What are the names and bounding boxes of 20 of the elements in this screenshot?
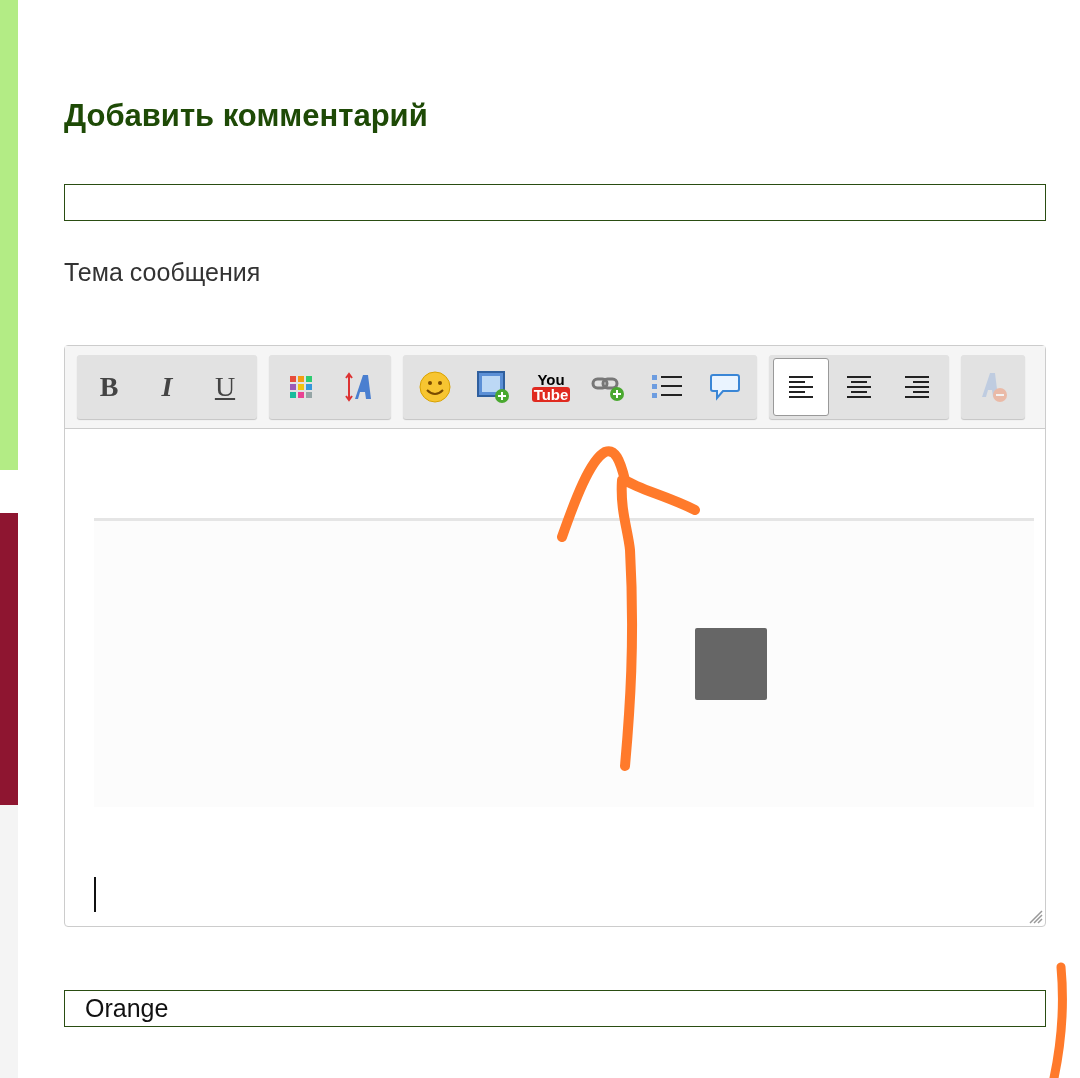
align-center-icon — [845, 374, 873, 400]
smiley-icon — [418, 370, 452, 404]
image-add-icon — [476, 370, 510, 404]
align-left-button[interactable] — [773, 358, 829, 416]
bold-button[interactable]: B — [81, 358, 137, 416]
align-left-icon — [787, 374, 815, 400]
field-label: Тема сообщения — [64, 257, 262, 287]
align-right-icon — [903, 374, 931, 400]
input-field[interactable] — [64, 184, 1046, 221]
color-grid-icon — [288, 374, 314, 400]
underline-button[interactable]: U — [197, 358, 253, 416]
input-field[interactable]: Orange — [64, 990, 1046, 1027]
media-block — [695, 628, 767, 700]
font-size-icon — [344, 372, 374, 402]
italic-button[interactable]: I — [139, 358, 195, 416]
speech-bubble-icon — [709, 372, 741, 402]
text-cursor — [94, 877, 96, 912]
section-heading: Добавить комментарий — [64, 97, 429, 135]
video-button[interactable]: You Tube — [523, 358, 579, 416]
resize-handle-icon[interactable] — [1027, 908, 1043, 924]
